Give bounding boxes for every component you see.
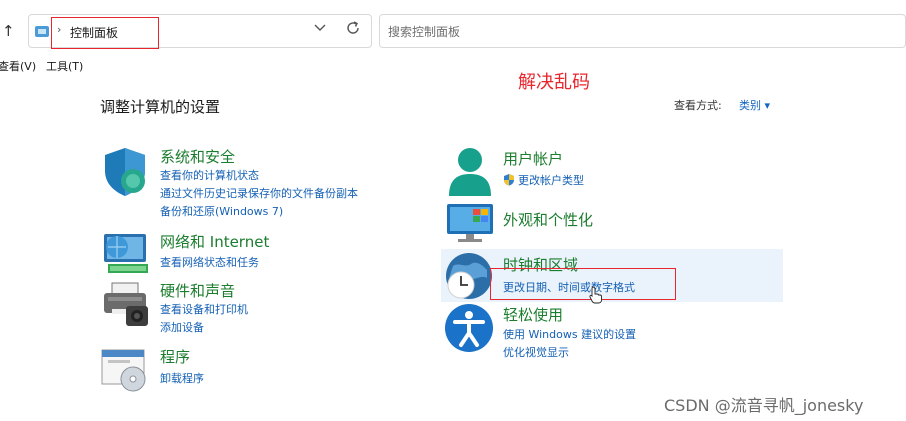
category-title[interactable]: 轻松使用 bbox=[503, 304, 563, 325]
category-title[interactable]: 程序 bbox=[160, 346, 190, 367]
hand-cursor-icon bbox=[589, 286, 602, 304]
link-file-history[interactable]: 通过文件历史记录保存你的文件备份副本 bbox=[160, 185, 358, 201]
annotation-red-box bbox=[51, 17, 159, 49]
category-title[interactable]: 网络和 Internet bbox=[160, 231, 269, 252]
monitor-icon[interactable] bbox=[445, 202, 495, 244]
link-network-status[interactable]: 查看网络状态和任务 bbox=[160, 254, 259, 270]
printer-icon[interactable] bbox=[100, 280, 152, 328]
category-title[interactable]: 外观和个性化 bbox=[503, 209, 593, 230]
annotation-text: 解决乱码 bbox=[518, 72, 590, 93]
network-globe-icon[interactable] bbox=[100, 230, 152, 276]
programs-disc-icon[interactable] bbox=[100, 346, 150, 392]
uac-shield-icon bbox=[503, 171, 515, 190]
link-backup-restore[interactable]: 备份和还原(Windows 7) bbox=[160, 203, 283, 219]
link-uninstall-program[interactable]: 卸载程序 bbox=[160, 370, 204, 386]
shield-icon[interactable] bbox=[100, 146, 150, 198]
toolbar: ↑ › 控制面板 bbox=[0, 0, 906, 58]
view-by-dropdown[interactable]: 类别 ▾ bbox=[739, 97, 770, 113]
clock-globe-icon[interactable] bbox=[443, 252, 495, 302]
view-by-label: 查看方式: bbox=[674, 99, 722, 112]
menu-tools[interactable]: 工具(T) bbox=[46, 58, 83, 74]
category-title[interactable]: 系统和安全 bbox=[160, 146, 235, 167]
category-title[interactable]: 用户帐户 bbox=[503, 148, 563, 169]
address-bar[interactable]: › 控制面板 bbox=[28, 14, 372, 49]
page-title: 调整计算机的设置 bbox=[100, 98, 221, 116]
user-icon[interactable] bbox=[445, 146, 495, 198]
accessibility-icon[interactable] bbox=[443, 302, 495, 354]
link-optimize-visual-display[interactable]: 优化视觉显示 bbox=[503, 344, 569, 360]
link-windows-recommended-settings[interactable]: 使用 Windows 建议的设置 bbox=[503, 326, 636, 342]
chevron-down-icon[interactable] bbox=[313, 20, 327, 38]
control-panel-icon bbox=[35, 26, 49, 37]
link-devices-printers[interactable]: 查看设备和打印机 bbox=[160, 301, 248, 317]
watermark: CSDN @流音寻帆_jonesky bbox=[664, 396, 864, 415]
refresh-icon[interactable] bbox=[345, 20, 361, 40]
category-title[interactable]: 硬件和声音 bbox=[160, 280, 235, 301]
search-box[interactable] bbox=[379, 14, 906, 48]
up-arrow-icon[interactable]: ↑ bbox=[2, 22, 15, 40]
link-change-account-type[interactable]: 更改帐户类型 bbox=[518, 172, 584, 188]
link-add-device[interactable]: 添加设备 bbox=[160, 319, 204, 335]
menu-view[interactable]: 查看(V) bbox=[0, 58, 36, 74]
annotation-red-box bbox=[490, 268, 676, 300]
search-input[interactable] bbox=[388, 23, 888, 41]
link-view-computer-status[interactable]: 查看你的计算机状态 bbox=[160, 167, 259, 183]
